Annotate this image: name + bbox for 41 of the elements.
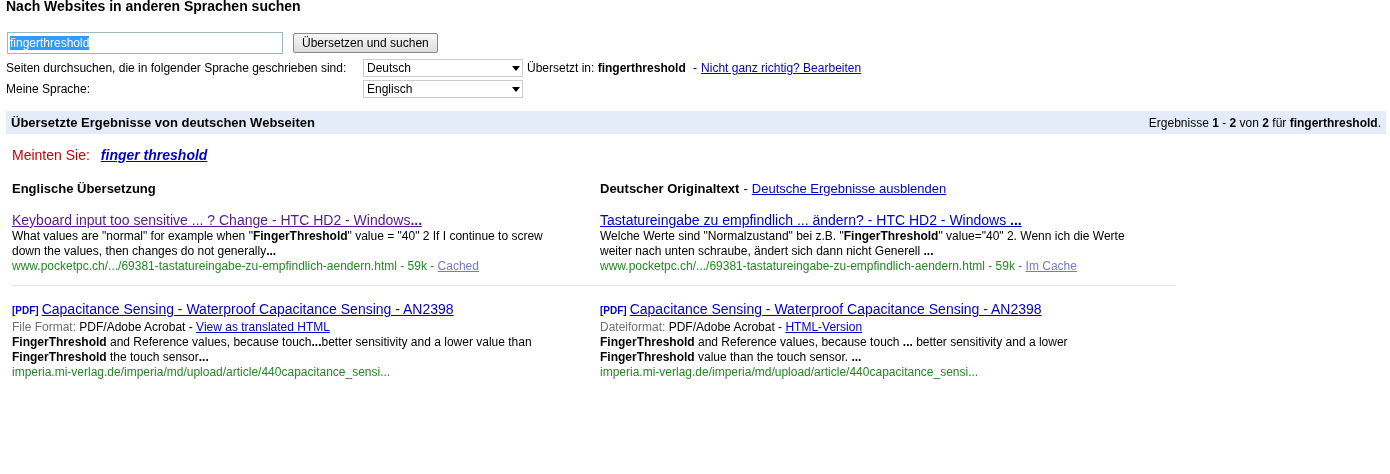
format-label: File Format: (12, 320, 76, 334)
result-title-link[interactable]: Capacitance Sensing - Waterproof Capacitance Sensing - AN2398 (41, 300, 454, 318)
dash-separator: - (692, 61, 698, 75)
cache-link[interactable]: Cached (437, 259, 479, 273)
option-label: Meine Sprache: (6, 82, 92, 96)
result-title-link[interactable]: Keyboard input too sensitive ... ? Change - HTC HD2 - Windows... (12, 211, 423, 229)
results-title: Übersetzte Ergebnisse von deutschen Webseiten (11, 115, 315, 130)
result-url: www.pocketpc.ch/.../69381-tastatureingabe-zu-empfindlich-aendern.html - 59k - (600, 259, 1024, 273)
html-version-link[interactable]: View as translated HTML (196, 320, 330, 334)
column-title: Englische Übersetzung (12, 181, 156, 196)
result-url: www.pocketpc.ch/.../69381-tastatureingabe-zu-empfindlich-aendern.html - 59k - (12, 259, 436, 273)
result-snippet: What values are "normal" for example when "FingerThreshold" value = "40" 2 If I continue to screw down the values, then changes do not generally... (12, 229, 544, 259)
suggestion-label: Meinten Sie: (12, 147, 90, 163)
edit-link[interactable]: Nicht ganz richtig? Bearbeiten (701, 61, 862, 75)
caret-icon (512, 86, 520, 92)
translated-note: Übersetzt in: fingerthreshold (527, 61, 686, 75)
suggestion-link[interactable]: finger threshold (100, 147, 208, 163)
result-snippet: Welche Werte sind "Normalzustand" bei z.B. "FingerThreshold" value="40" 2. Wenn ich die Werte weiter nach unten schraube, ändert sich dann nicht Generell ... (600, 229, 1126, 259)
caret-icon (512, 65, 520, 71)
translate-search-button[interactable]: Übersetzen und suchen (293, 33, 438, 53)
results-count: Ergebnisse 1 - 2 von 2 für fingerthreshold. (1148, 115, 1381, 130)
dash-separator: - (743, 181, 748, 196)
language-select[interactable]: Deutsch (363, 59, 523, 77)
pdf-tag: [PDF] (12, 302, 39, 320)
cache-link[interactable]: Im Cache (1025, 259, 1077, 273)
hide-results-link[interactable]: Deutsche Ergebnisse ausblenden (751, 181, 947, 196)
result-snippet: FingerThreshold and Reference values, because touch ... better sensitivity and a lower FingerThreshold value than the touch sensor. ... (600, 335, 1069, 365)
format-text: PDF/Adobe Acrobat - (79, 320, 194, 334)
result-snippet: FingerThreshold and Reference values, because touch...better sensitivity and a lower value than FingerThreshold the touch sensor... (12, 335, 533, 365)
html-version-link[interactable]: HTML-Version (785, 320, 863, 334)
result-url: imperia.mi-verlag.de/imperia/md/upload/article/440capacitance_sensi... (600, 365, 979, 379)
result-title-link[interactable]: Tastatureingabe zu empfindlich ... ändern? - HTC HD2 - Windows ... (600, 211, 1022, 229)
page-heading: Nach Websites in anderen Sprachen suchen (6, 0, 302, 16)
pdf-tag: [PDF] (600, 302, 627, 320)
result-url: imperia.mi-verlag.de/imperia/md/upload/article/440capacitance_sensi... (12, 365, 391, 379)
option-label: Seiten durchsuchen, die in folgender Sprache geschrieben sind: (6, 61, 348, 75)
language-select[interactable]: Englisch (363, 80, 523, 98)
format-text: PDF/Adobe Acrobat - (668, 320, 784, 334)
format-label: Dateiformat: (600, 320, 666, 334)
result-title-link[interactable]: Capacitance Sensing - Waterproof Capacitance Sensing - AN2398 (629, 300, 1042, 318)
column-title: Deutscher Originaltext (600, 181, 740, 196)
